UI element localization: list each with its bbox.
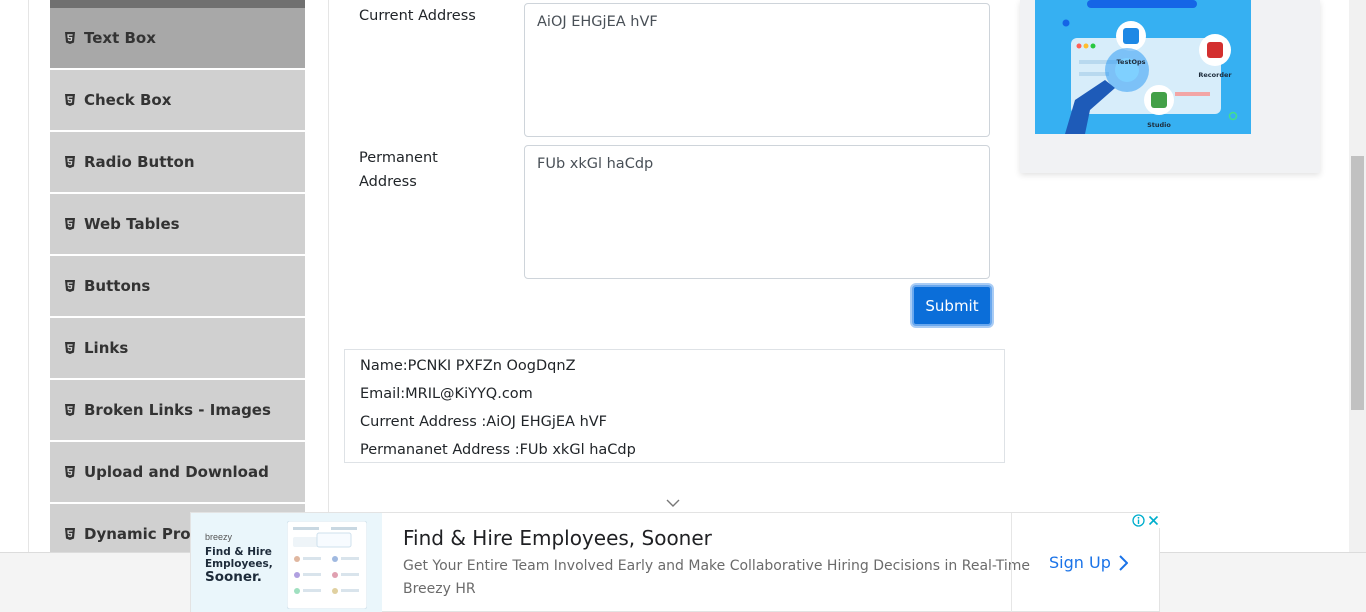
- side-ad-image[interactable]: TestOps Recorder Studio: [1035, 0, 1251, 134]
- output-email: Email:MRIL@KiYYQ.com: [360, 386, 533, 402]
- html5-icon: [65, 218, 75, 230]
- ad-divider: [1011, 513, 1012, 612]
- html5-icon: [65, 528, 75, 540]
- permanent-address-label: Permanent Address: [359, 146, 438, 194]
- ad-advertiser: Breezy HR: [403, 581, 476, 597]
- sidebar-item-label: Broken Links - Images: [84, 401, 271, 419]
- divider: [328, 0, 329, 552]
- html5-icon: [65, 404, 75, 416]
- ad-controls: [1130, 513, 1160, 528]
- output-current-address: Current Address :AiOJ EHGjEA hVF: [360, 414, 608, 430]
- sidebar-item-links[interactable]: Links: [50, 318, 305, 380]
- testops-label: TestOps: [1116, 58, 1145, 66]
- sidebar-item-label: Web Tables: [84, 215, 180, 233]
- sidebar-item-label: Links: [84, 339, 129, 357]
- sidebar-item-upload-and-download[interactable]: Upload and Download: [50, 442, 305, 504]
- scrollbar-thumb[interactable]: [1351, 156, 1364, 410]
- ad-description: Get Your Entire Team Involved Early and …: [403, 558, 1030, 574]
- ad-headline[interactable]: Find & Hire Employees, Sooner: [403, 526, 712, 550]
- side-ad-card[interactable]: TestOps Recorder Studio: [1020, 0, 1320, 173]
- chevron-right-icon: [1119, 554, 1128, 571]
- ad-thumbnail-tagline: Find & Hire Employees, Sooner.: [205, 546, 273, 585]
- divider: [28, 0, 29, 552]
- katalon-illustration: TestOps Recorder Studio: [1035, 0, 1251, 134]
- permanent-address-field[interactable]: FUb xkGl haCdp: [524, 145, 990, 279]
- html5-icon: [65, 466, 75, 478]
- permanent-address-label-line1: Permanent: [359, 150, 438, 166]
- current-address-field[interactable]: AiOJ EHGjEA hVF: [524, 3, 990, 137]
- ad-screenshot-mockup: [287, 521, 367, 609]
- output-name: Name:PCNKI PXFZn OogDqnZ: [360, 358, 576, 374]
- breezy-logo: breezy: [205, 532, 233, 542]
- html5-icon: [65, 342, 75, 354]
- html5-icon: [65, 280, 75, 292]
- sign-up-label: Sign Up: [1049, 553, 1111, 572]
- sidebar-item-text-box[interactable]: Text Box: [50, 8, 305, 70]
- html5-icon: [65, 32, 75, 44]
- sidebar-item-radio-button[interactable]: Radio Button: [50, 132, 305, 194]
- sidebar-item-label: Upload and Download: [84, 463, 269, 481]
- sidebar-item-label: Buttons: [84, 277, 151, 295]
- sidebar-item-label: Text Box: [84, 29, 156, 47]
- sidebar-item-label: Check Box: [84, 91, 172, 109]
- sidebar-item-broken-links-images[interactable]: Broken Links - Images: [50, 380, 305, 442]
- sidebar-item-check-box[interactable]: Check Box: [50, 70, 305, 132]
- submit-button[interactable]: Submit: [912, 285, 992, 326]
- page-gutter: [0, 0, 28, 552]
- sidebar-menu: Text Box Check Box Radio Button Web Tables B…: [50, 0, 305, 552]
- recorder-label: Recorder: [1198, 71, 1232, 79]
- sidebar-item-buttons[interactable]: Buttons: [50, 256, 305, 318]
- page-scrollbar[interactable]: [1349, 0, 1366, 552]
- chevron-down-icon[interactable]: [666, 498, 680, 508]
- ad-thumbnail[interactable]: breezy Find & Hire Employees, Sooner.: [191, 513, 382, 612]
- sign-up-button[interactable]: Sign Up: [1049, 553, 1128, 572]
- output-panel: Name:PCNKI PXFZn OogDqnZ Email:MRIL@KiYY…: [344, 349, 1005, 463]
- ad-info-icon[interactable]: [1131, 514, 1145, 527]
- ad-thumb-line1: Find & Hire: [205, 546, 272, 558]
- group-header-edge: [50, 0, 305, 8]
- current-address-label: Current Address: [359, 8, 476, 24]
- sidebar-item-web-tables[interactable]: Web Tables: [50, 194, 305, 256]
- html5-icon: [65, 156, 75, 168]
- bottom-ad-banner[interactable]: breezy Find & Hire Employees, Sooner. Fi…: [190, 512, 1160, 612]
- ad-close-icon[interactable]: [1148, 515, 1159, 526]
- sidebar-item-label: Radio Button: [84, 153, 195, 171]
- permanent-address-label-line2: Address: [359, 174, 417, 190]
- output-permanent-address: Permananet Address :FUb xkGl haCdp: [360, 442, 636, 458]
- html5-icon: [65, 94, 75, 106]
- studio-label: Studio: [1147, 121, 1171, 129]
- ad-thumb-line3: Sooner.: [205, 569, 262, 585]
